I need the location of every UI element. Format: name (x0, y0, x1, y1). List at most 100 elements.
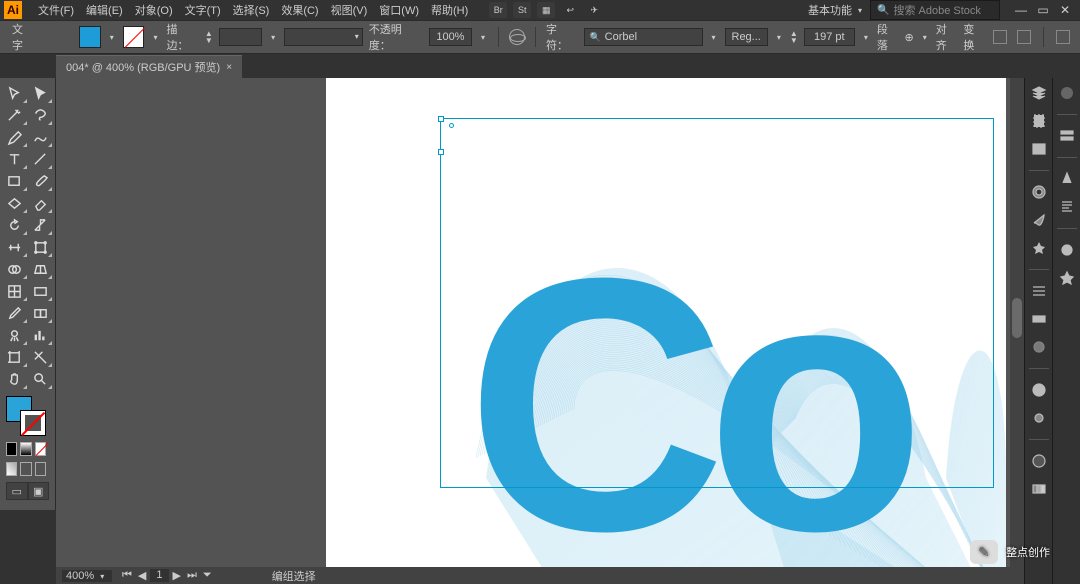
window-close[interactable]: ✕ (1054, 3, 1076, 17)
stroke-profile-field[interactable]: ▾ (284, 28, 363, 46)
menu-object[interactable]: 对象(O) (129, 2, 179, 18)
glyphs-panel-icon[interactable] (1056, 267, 1078, 289)
slice-tool[interactable] (28, 346, 54, 368)
stock-search[interactable]: 🔍 搜索 Adobe Stock (870, 0, 1000, 20)
pen-tool[interactable] (2, 126, 28, 148)
font-family-dropdown[interactable]: ▾ (709, 33, 719, 42)
stroke-color[interactable] (20, 410, 46, 436)
close-tab-icon[interactable]: × (226, 62, 232, 73)
appearance-panel-icon[interactable] (1028, 379, 1050, 401)
nav-first-icon[interactable]: ⏮ (120, 569, 134, 582)
gradient-panel-icon[interactable] (1028, 308, 1050, 330)
eraser-tool[interactable] (28, 192, 54, 214)
edit-contents-icon[interactable] (1017, 30, 1031, 44)
menu-help[interactable]: 帮助(H) (425, 2, 474, 18)
window-minimize[interactable]: — (1010, 3, 1032, 17)
hand-tool[interactable] (2, 368, 28, 390)
curvature-tool[interactable] (28, 126, 54, 148)
nav-page-field[interactable]: 1 (150, 569, 168, 582)
menu-effect[interactable]: 效果(C) (275, 2, 324, 18)
symbols-panel-icon[interactable] (1028, 237, 1050, 259)
color-mode-solid[interactable] (6, 442, 17, 456)
graph-tool[interactable] (28, 324, 54, 346)
graphic-styles-panel-icon[interactable] (1028, 407, 1050, 429)
draw-inside[interactable] (35, 462, 46, 476)
document-tab[interactable]: 004* @ 400% (RGB/GPU 预览) × (56, 55, 242, 78)
libraries-panel-icon[interactable] (1028, 138, 1050, 160)
arrange-docs-icon[interactable]: ▦ (537, 2, 555, 18)
eyedropper-tool[interactable] (2, 302, 28, 324)
shape-builder-tool[interactable] (2, 258, 28, 280)
artboards-panel-icon[interactable] (1028, 110, 1050, 132)
gpu-icon[interactable]: ✈ (585, 2, 603, 18)
color-picker[interactable] (6, 396, 46, 436)
font-family-field[interactable]: 🔍 Corbel (584, 28, 702, 46)
workspace-switcher[interactable]: 基本功能 ▾ (808, 2, 862, 18)
menu-file[interactable]: 文件(F) (32, 2, 80, 18)
nav-last-icon[interactable]: ⏭ (185, 569, 199, 582)
rotate-tool[interactable] (2, 214, 28, 236)
vertical-scrollbar[interactable] (1010, 78, 1024, 567)
transform-label[interactable]: 变换 (963, 21, 985, 53)
color-guide-panel-icon[interactable] (1028, 478, 1050, 500)
brush-tool[interactable] (28, 170, 54, 192)
free-transform-tool[interactable] (28, 236, 54, 258)
opacity-field[interactable]: 100% (429, 28, 472, 46)
perspective-tool[interactable] (28, 258, 54, 280)
menu-view[interactable]: 视图(V) (325, 2, 374, 18)
nav-dropdown-icon[interactable]: ⏷ (201, 569, 214, 582)
font-style-dropdown[interactable]: ▾ (774, 33, 784, 42)
gradient-tool[interactable] (28, 280, 54, 302)
shaper-tool[interactable] (2, 192, 28, 214)
menu-select[interactable]: 选择(S) (227, 2, 276, 18)
brushes-panel-icon[interactable] (1028, 209, 1050, 231)
mesh-tool[interactable] (2, 280, 28, 302)
stroke-panel-icon[interactable] (1028, 280, 1050, 302)
swatches-panel-icon[interactable] (1028, 181, 1050, 203)
canvas-area[interactable]: Co (56, 78, 1024, 567)
crop-icon[interactable] (1056, 30, 1070, 44)
properties-panel-icon[interactable] (1056, 125, 1078, 147)
draw-behind[interactable] (20, 462, 31, 476)
rectangle-tool[interactable] (2, 170, 28, 192)
align-panel-icon[interactable]: ⊕ (905, 31, 914, 44)
font-style-field[interactable]: Reg... (725, 28, 768, 46)
stroke-weight-field[interactable] (219, 28, 262, 46)
color-panel-icon[interactable] (1028, 450, 1050, 472)
transparency-panel-icon[interactable] (1028, 336, 1050, 358)
paragraph-label[interactable]: 段落 (877, 21, 899, 53)
font-size-dropdown[interactable]: ▾ (861, 33, 871, 42)
zoom-field[interactable]: 400% ▾ (62, 570, 112, 582)
stroke-dropdown[interactable]: ▾ (150, 33, 160, 42)
symbol-spray-tool[interactable] (2, 324, 28, 346)
artboard-tool[interactable] (2, 346, 28, 368)
draw-normal[interactable] (6, 462, 17, 476)
lasso-tool[interactable] (28, 104, 54, 126)
align-dropdown[interactable]: ▾ (920, 33, 930, 42)
width-tool[interactable] (2, 236, 28, 258)
learn-panel-icon[interactable] (1056, 82, 1078, 104)
scrollbar-thumb[interactable] (1012, 298, 1022, 338)
window-restore[interactable]: ▭ (1032, 3, 1054, 17)
bridge-icon[interactable]: Br (489, 2, 507, 18)
fill-dropdown[interactable]: ▾ (107, 33, 117, 42)
nav-prev-icon[interactable]: ◀ (136, 569, 148, 582)
type-tool[interactable] (2, 148, 28, 170)
menu-type[interactable]: 文字(T) (179, 2, 227, 18)
stroke-weight-stepper[interactable]: ▲▼ (205, 30, 213, 44)
opacity-dropdown[interactable]: ▾ (478, 33, 488, 42)
para-panel-panel-icon[interactable] (1056, 196, 1078, 218)
screen-mode-normal[interactable]: ▭ (6, 482, 28, 500)
stroke-weight-dropdown[interactable]: ▾ (268, 33, 278, 42)
isolate-icon[interactable] (993, 30, 1007, 44)
nav-next-icon[interactable]: ▶ (171, 569, 183, 582)
menu-edit[interactable]: 编辑(E) (80, 2, 129, 18)
artboard-navigator[interactable]: ⏮ ◀ 1 ▶ ⏭ ⏷ (120, 569, 214, 582)
opentype-panel-icon[interactable] (1056, 239, 1078, 261)
recolor-icon[interactable] (509, 29, 525, 45)
menu-window[interactable]: 窗口(W) (373, 2, 425, 18)
direct-selection-tool[interactable] (28, 82, 54, 104)
magic-wand-tool[interactable] (2, 104, 28, 126)
screen-mode-full[interactable]: ▣ (28, 482, 50, 500)
line-tool[interactable] (28, 148, 54, 170)
